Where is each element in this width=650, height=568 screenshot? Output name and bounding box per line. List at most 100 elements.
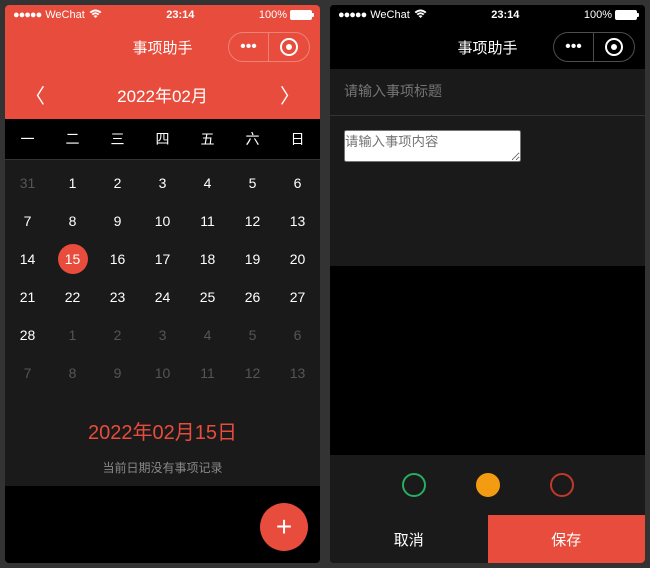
wifi-icon bbox=[414, 9, 427, 22]
calendar-day[interactable]: 10 bbox=[140, 354, 185, 392]
calendar-day[interactable]: 25 bbox=[185, 278, 230, 316]
month-nav: 〈 2022年02月 〉 bbox=[5, 69, 320, 119]
save-button[interactable]: 保存 bbox=[488, 515, 646, 563]
menu-button[interactable]: ••• bbox=[554, 33, 594, 61]
calendar-day[interactable]: 19 bbox=[230, 240, 275, 278]
signal-dots-icon: ●●●●● bbox=[338, 9, 366, 21]
weekday-label: 日 bbox=[275, 119, 320, 159]
calendar-day[interactable]: 13 bbox=[275, 354, 320, 392]
add-item-form: 取消 保存 bbox=[330, 69, 645, 563]
capsule-menu: ••• bbox=[553, 32, 635, 62]
calendar-day[interactable]: 13 bbox=[275, 202, 320, 240]
carrier-label: WeChat bbox=[370, 9, 410, 21]
calendar-day[interactable]: 9 bbox=[95, 354, 140, 392]
app-title: 事项助手 bbox=[457, 37, 517, 58]
status-time: 23:14 bbox=[102, 9, 259, 21]
calendar-day[interactable]: 4 bbox=[185, 316, 230, 354]
form-spacer bbox=[330, 266, 645, 455]
calendar-day[interactable]: 11 bbox=[185, 354, 230, 392]
content-input[interactable] bbox=[344, 130, 521, 162]
weekday-label: 三 bbox=[95, 119, 140, 159]
battery-pct: 100% bbox=[259, 9, 287, 21]
calendar-day[interactable]: 10 bbox=[140, 202, 185, 240]
wifi-icon bbox=[89, 9, 102, 22]
battery-icon bbox=[290, 10, 312, 20]
calendar-day[interactable]: 14 bbox=[5, 240, 50, 278]
calendar-day[interactable]: 18 bbox=[185, 240, 230, 278]
calendar-day[interactable]: 11 bbox=[185, 202, 230, 240]
date-detail: 2022年02月15日 当前日期没有事项记录 bbox=[5, 396, 320, 486]
weekday-header: 一二三四五六日 bbox=[5, 119, 320, 160]
title-input[interactable] bbox=[344, 83, 631, 99]
calendar-day[interactable]: 6 bbox=[275, 164, 320, 202]
calendar-day[interactable]: 27 bbox=[275, 278, 320, 316]
calendar-day[interactable]: 7 bbox=[5, 354, 50, 392]
status-bar: ●●●●● WeChat 23:14 100% bbox=[5, 5, 320, 25]
calendar-day[interactable]: 12 bbox=[230, 354, 275, 392]
weekday-label: 六 bbox=[230, 119, 275, 159]
calendar-grid: 3112345678910111213141516171819202122232… bbox=[5, 160, 320, 396]
calendar-day[interactable]: 28 bbox=[5, 316, 50, 354]
target-icon bbox=[605, 38, 623, 56]
status-bar: ●●●●● WeChat 23:14 100% bbox=[330, 5, 645, 25]
calendar-day[interactable]: 4 bbox=[185, 164, 230, 202]
battery-icon bbox=[615, 10, 637, 20]
calendar-day[interactable]: 21 bbox=[5, 278, 50, 316]
calendar-day[interactable]: 23 bbox=[95, 278, 140, 316]
empty-records-text: 当前日期没有事项记录 bbox=[5, 459, 320, 476]
calendar-day[interactable]: 2 bbox=[95, 316, 140, 354]
calendar-day[interactable]: 8 bbox=[50, 202, 95, 240]
nav-bar: 事项助手 ••• bbox=[330, 25, 645, 69]
calendar-day[interactable]: 5 bbox=[230, 316, 275, 354]
color-picker bbox=[330, 455, 645, 515]
calendar-day[interactable]: 1 bbox=[50, 164, 95, 202]
month-title: 2022年02月 bbox=[117, 82, 208, 107]
calendar-day[interactable]: 7 bbox=[5, 202, 50, 240]
phone-calendar: ●●●●● WeChat 23:14 100% 事项助手 ••• 〈 2022年… bbox=[5, 5, 320, 563]
close-button[interactable] bbox=[594, 33, 634, 61]
phone-add-item: ●●●●● WeChat 23:14 100% 事项助手 ••• bbox=[330, 5, 645, 563]
color-option-orange[interactable] bbox=[476, 473, 500, 497]
calendar-day[interactable]: 24 bbox=[140, 278, 185, 316]
calendar-day[interactable]: 31 bbox=[5, 164, 50, 202]
cancel-button[interactable]: 取消 bbox=[330, 515, 488, 563]
battery-pct: 100% bbox=[584, 9, 612, 21]
calendar-day[interactable]: 3 bbox=[140, 164, 185, 202]
calendar-day[interactable]: 12 bbox=[230, 202, 275, 240]
calendar-day[interactable]: 9 bbox=[95, 202, 140, 240]
calendar-day[interactable]: 8 bbox=[50, 354, 95, 392]
title-input-row bbox=[330, 69, 645, 116]
calendar-day[interactable]: 6 bbox=[275, 316, 320, 354]
weekday-label: 四 bbox=[140, 119, 185, 159]
close-button[interactable] bbox=[269, 33, 309, 61]
form-actions: 取消 保存 bbox=[330, 515, 645, 563]
weekday-label: 二 bbox=[50, 119, 95, 159]
weekday-label: 五 bbox=[185, 119, 230, 159]
target-icon bbox=[280, 38, 298, 56]
calendar-day[interactable]: 22 bbox=[50, 278, 95, 316]
carrier-label: WeChat bbox=[45, 9, 85, 21]
calendar-day[interactable]: 20 bbox=[275, 240, 320, 278]
prev-month-button[interactable]: 〈 bbox=[25, 80, 45, 109]
calendar-day[interactable]: 1 bbox=[50, 316, 95, 354]
color-option-green[interactable] bbox=[402, 473, 426, 497]
calendar-day[interactable]: 26 bbox=[230, 278, 275, 316]
calendar-day[interactable]: 17 bbox=[140, 240, 185, 278]
selected-date-label: 2022年02月15日 bbox=[5, 416, 320, 445]
weekday-label: 一 bbox=[5, 119, 50, 159]
app-title: 事项助手 bbox=[132, 37, 192, 58]
menu-button[interactable]: ••• bbox=[229, 33, 269, 61]
calendar-day[interactable]: 3 bbox=[140, 316, 185, 354]
next-month-button[interactable]: 〉 bbox=[280, 80, 300, 109]
nav-bar: 事项助手 ••• bbox=[5, 25, 320, 69]
color-option-red[interactable] bbox=[550, 473, 574, 497]
calendar-day[interactable]: 2 bbox=[95, 164, 140, 202]
signal-dots-icon: ●●●●● bbox=[13, 9, 41, 21]
capsule-menu: ••• bbox=[228, 32, 310, 62]
calendar-day[interactable]: 5 bbox=[230, 164, 275, 202]
calendar-day[interactable]: 16 bbox=[95, 240, 140, 278]
content-input-row bbox=[330, 116, 645, 266]
status-time: 23:14 bbox=[427, 9, 584, 21]
calendar-day[interactable]: 15 bbox=[50, 240, 95, 278]
add-item-button[interactable]: + bbox=[260, 503, 308, 551]
